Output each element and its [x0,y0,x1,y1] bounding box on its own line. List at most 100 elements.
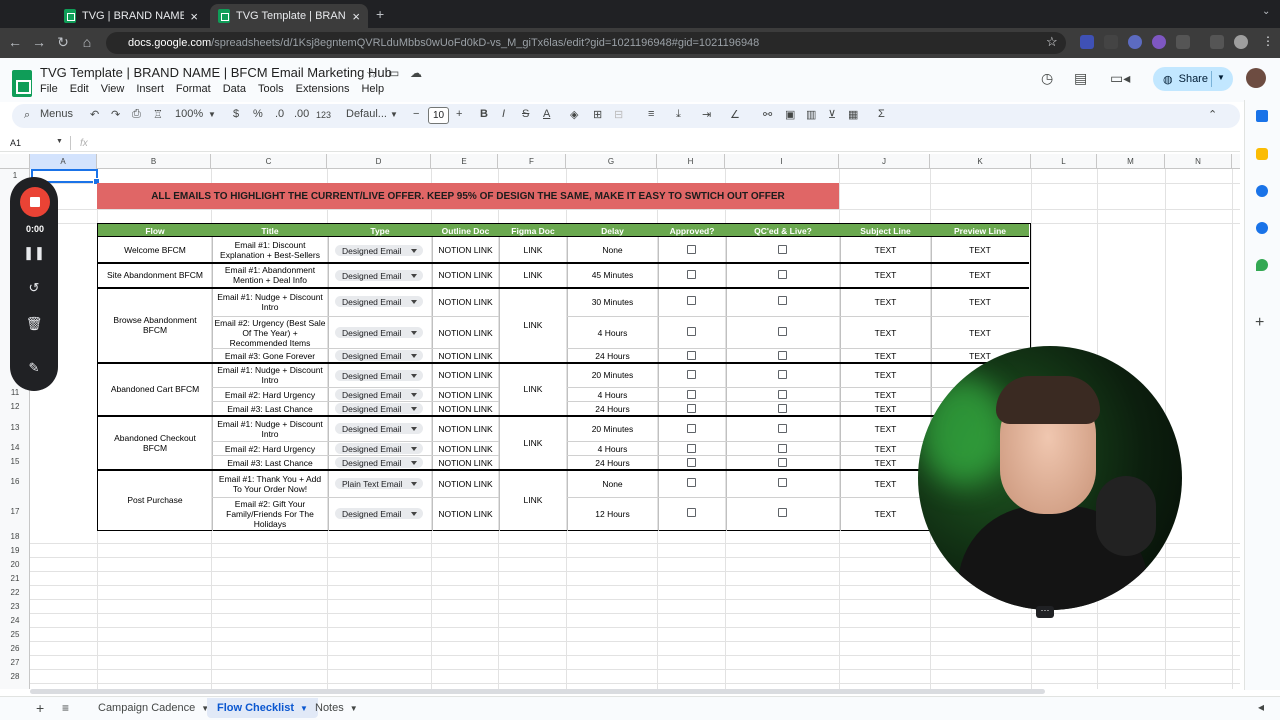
type-dropdown[interactable]: Plain Text Email [335,478,423,489]
qc-live-checkbox[interactable] [778,370,787,379]
type-dropdown[interactable]: Designed Email [335,245,423,256]
approved-checkbox[interactable] [687,458,696,467]
strikethrough-button[interactable]: S [522,108,529,120]
outline-link[interactable]: NOTION LINK [432,442,499,455]
column-header[interactable]: C [211,154,327,169]
row-header[interactable]: 23 [0,602,30,611]
comments-icon[interactable]: ▤ [1074,70,1087,87]
preview-line[interactable]: TEXT [931,263,1029,287]
decrease-decimal[interactable]: .0 [275,108,284,120]
column-header[interactable]: A [30,154,97,169]
column-header[interactable]: I [725,154,839,169]
row-header[interactable]: 14 [0,443,30,452]
percent-format[interactable]: % [253,108,263,120]
add-addon-icon[interactable]: + [1255,314,1264,332]
menu-insert[interactable]: Insert [136,83,164,95]
row-header[interactable]: 28 [0,672,30,681]
approved-checkbox[interactable] [687,245,696,254]
type-dropdown[interactable]: Designed Email [335,403,423,414]
qc-live-checkbox[interactable] [778,404,787,413]
outline-link[interactable]: NOTION LINK [432,456,499,469]
font-size-increase[interactable]: + [456,108,462,120]
redo-icon[interactable]: ↷ [111,108,120,121]
outline-link[interactable]: NOTION LINK [432,402,499,415]
type-dropdown[interactable]: Designed Email [335,270,423,281]
email-title[interactable]: Email #1: Nudge + Discount Intro [214,416,326,441]
header-title[interactable]: Title [212,224,328,237]
email-title[interactable]: Email #1: Abandonment Mention + Deal Inf… [214,263,326,287]
column-header[interactable]: G [566,154,657,169]
row-header[interactable]: 17 [0,507,30,516]
delay[interactable]: 20 Minutes [567,363,658,387]
restart-icon[interactable]: ↺ [10,280,58,296]
flow-name[interactable]: Abandoned Cart BFCM [98,363,212,415]
chevron-down-icon[interactable]: ⌄ [1262,6,1270,17]
cloud-status-icon[interactable]: ☁ [410,66,422,80]
approved-checkbox[interactable] [687,327,696,336]
subject-line[interactable]: TEXT [840,263,931,287]
delay[interactable]: 45 Minutes [567,263,658,287]
functions-icon[interactable]: Σ [878,108,885,120]
email-title[interactable]: Email #3: Last Chance [214,456,326,469]
header-flow[interactable]: Flow [98,224,212,237]
column-header[interactable]: B [97,154,211,169]
outline-link[interactable]: NOTION LINK [432,470,499,497]
document-title[interactable]: TVG Template | BRAND NAME | BFCM Email M… [40,65,392,80]
zoom-select[interactable]: 100% [175,108,203,120]
column-header[interactable]: E [431,154,498,169]
flow-name[interactable]: Site Abandonment BFCM [98,263,212,287]
email-title[interactable]: Email #2: Gift Your Family/Friends For T… [214,498,326,530]
flow-name[interactable]: Welcome BFCM [98,238,212,262]
increase-decimal[interactable]: .00 [294,108,309,120]
menu-format[interactable]: Format [176,83,211,95]
comment-icon[interactable]: ▣ [785,108,795,121]
preview-line[interactable]: TEXT [931,238,1029,262]
row-header[interactable]: 18 [0,532,30,541]
subject-line[interactable]: TEXT [840,402,931,415]
email-title[interactable]: Email #2: Urgency (Best Sale Of The Year… [214,317,326,348]
history-icon[interactable]: ◷ [1041,70,1053,87]
delay[interactable]: 24 Hours [567,349,658,362]
approved-checkbox[interactable] [687,508,696,517]
preview-line[interactable]: TEXT [931,288,1029,316]
qc-live-checkbox[interactable] [778,424,787,433]
figma-link[interactable]: LINK [499,288,567,362]
row-header[interactable]: 22 [0,588,30,597]
menu-view[interactable]: View [101,83,125,95]
kebab-menu-icon[interactable]: ⋮ [1262,34,1274,48]
row-header[interactable]: 25 [0,630,30,639]
qc-live-checkbox[interactable] [778,390,787,399]
outline-link[interactable]: NOTION LINK [432,498,499,530]
delay[interactable]: 4 Hours [567,442,658,455]
menu-file[interactable]: File [40,83,58,95]
column-header[interactable]: N [1165,154,1232,169]
subject-line[interactable]: TEXT [840,317,931,348]
row-header[interactable]: 12 [0,402,30,411]
email-title[interactable]: Email #1: Nudge + Discount Intro [214,288,326,316]
column-header[interactable]: J [839,154,930,169]
chevron-down-icon[interactable]: ▼ [1217,73,1225,82]
qc-live-checkbox[interactable] [778,327,787,336]
browser-tab-1[interactable]: TVG | BRAND NAME | BFCM E × [56,4,206,28]
account-avatar[interactable] [1246,68,1266,88]
email-title[interactable]: Email #3: Gone Forever [214,349,326,362]
fill-color-icon[interactable]: ◈ [570,108,578,121]
approved-checkbox[interactable] [687,444,696,453]
delay[interactable]: 4 Hours [567,317,658,348]
keep-icon[interactable] [1256,148,1268,160]
type-dropdown[interactable]: Designed Email [335,327,423,338]
row-header[interactable]: 26 [0,644,30,653]
chart-icon[interactable]: ▥ [806,108,816,121]
approved-checkbox[interactable] [687,424,696,433]
subject-line[interactable]: TEXT [840,363,931,387]
figma-link[interactable]: LINK [499,238,567,262]
email-title[interactable]: Email #1: Nudge + Discount Intro [214,363,326,387]
tab-campaign-cadence[interactable]: Campaign Cadence ▼ [88,698,219,718]
approved-checkbox[interactable] [687,390,696,399]
vertical-align-icon[interactable]: ⤓ [676,108,681,121]
qc-live-checkbox[interactable] [778,478,787,487]
text-rotation-icon[interactable]: ∠ [730,108,740,121]
outline-link[interactable]: NOTION LINK [432,238,499,262]
font-size-input[interactable]: 10 [428,107,449,124]
type-dropdown[interactable]: Designed Email [335,443,423,454]
